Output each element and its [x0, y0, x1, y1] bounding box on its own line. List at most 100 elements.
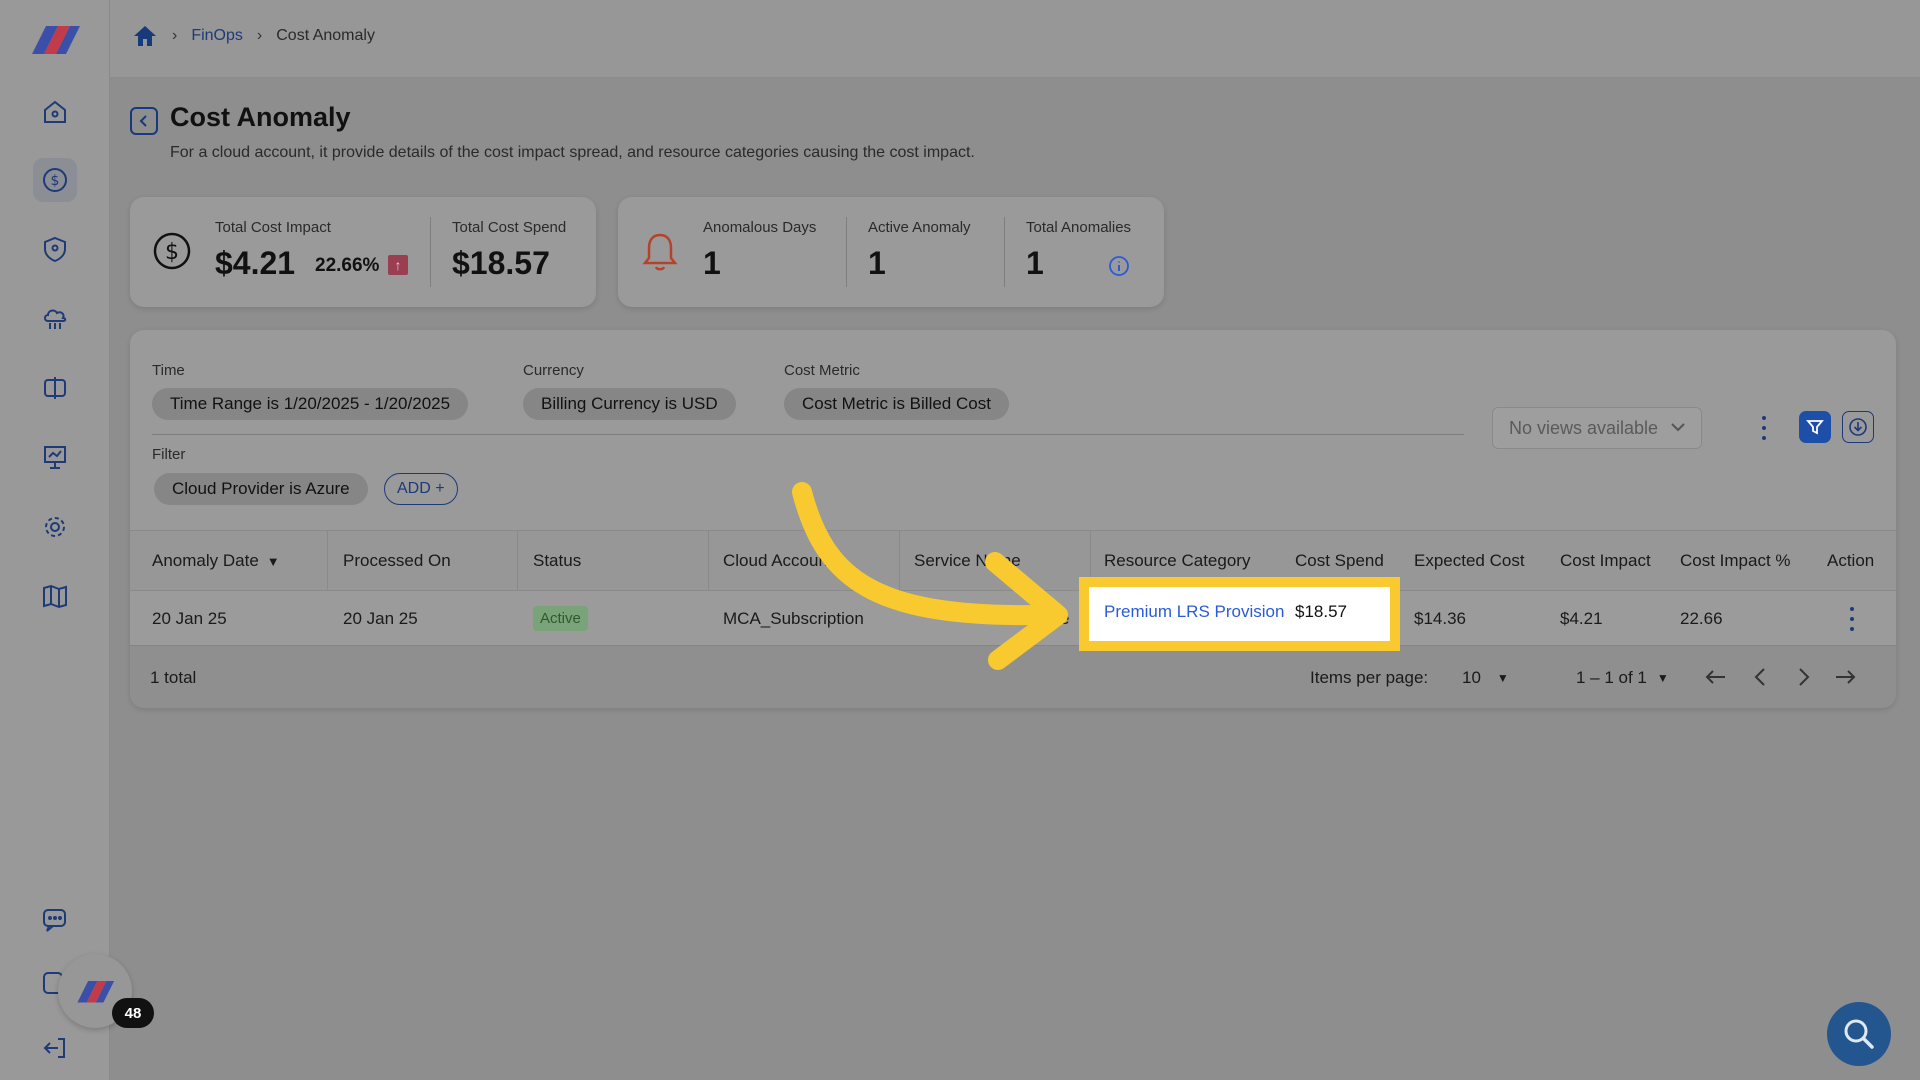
cell-anomaly-date: 20 Jan 25: [152, 608, 227, 628]
cost-metric-label: Cost Metric: [784, 362, 860, 379]
chevron-left-icon: [139, 115, 147, 127]
nav-home-icon[interactable]: [33, 90, 77, 134]
divider: [1004, 217, 1005, 287]
nav-presentation-icon[interactable]: [33, 435, 77, 479]
anomalous-days-value: 1: [703, 245, 721, 281]
nav-finops-icon[interactable]: $: [33, 158, 77, 202]
resource-category-link[interactable]: Premium LRS Provision: [1104, 602, 1284, 622]
anomalous-days-label: Anomalous Days: [703, 219, 817, 236]
cost-metric-chip[interactable]: Cost Metric is Billed Cost: [784, 388, 1009, 420]
items-per-page-select[interactable]: 10 ▼: [1462, 646, 1509, 708]
caret-down-icon: ▼: [1496, 670, 1509, 685]
info-icon[interactable]: [1108, 255, 1130, 277]
currency-label: Currency: [523, 362, 584, 379]
page-title: Cost Anomaly: [170, 102, 351, 132]
caret-down-icon: ▼: [1656, 670, 1669, 685]
time-range-chip[interactable]: Time Range is 1/20/2025 - 1/20/2025: [152, 388, 469, 420]
active-anomaly-label: Active Anomaly: [868, 219, 971, 236]
total-cost-impact-label: Total Cost Impact: [215, 219, 331, 236]
nav-chat-icon[interactable]: [33, 897, 77, 941]
page-range: 1 – 1 of 1: [1576, 667, 1647, 687]
nav-cloud-icon[interactable]: [33, 296, 77, 340]
total-anomalies-value: 1: [1026, 245, 1044, 281]
dollar-circle-icon: $: [153, 232, 191, 270]
first-page-icon[interactable]: [1703, 664, 1729, 690]
arrow-up-icon: ↑: [388, 255, 408, 275]
top-bar: › FinOps › Cost Anomaly: [110, 0, 1920, 78]
chevron-right-icon: ›: [256, 27, 263, 44]
nav-logout-icon[interactable]: [33, 1026, 77, 1070]
col-processed-on[interactable]: Processed On: [343, 531, 451, 591]
divider: [517, 531, 518, 591]
row-action-menu-icon[interactable]: [1847, 607, 1857, 631]
col-action: Action: [1827, 551, 1875, 570]
svg-text:$: $: [51, 173, 60, 189]
nav-security-icon[interactable]: [33, 227, 77, 271]
breadcrumb-finops[interactable]: FinOps: [191, 27, 243, 45]
divider: [846, 217, 847, 287]
last-page-icon[interactable]: [1832, 664, 1858, 690]
divider: [152, 434, 1464, 435]
page-range-select[interactable]: 1 – 1 of 1 ▼: [1576, 646, 1669, 708]
col-expected-cost[interactable]: Expected Cost: [1414, 531, 1525, 591]
cost-impact-percent: 22.66%: [315, 255, 380, 276]
funnel-icon: [1806, 420, 1824, 435]
more-options-icon[interactable]: [1759, 416, 1769, 440]
search-icon: [1844, 1019, 1874, 1049]
svg-text:$: $: [165, 240, 179, 265]
views-dropdown[interactable]: No views available: [1492, 407, 1702, 449]
download-icon: [1849, 418, 1867, 436]
status-badge: Active: [533, 606, 588, 631]
cell-status: Active: [533, 591, 588, 646]
filter-label: Filter: [152, 446, 186, 463]
cloud-provider-chip[interactable]: Cloud Provider is Azure: [154, 473, 368, 505]
page-subtitle: For a cloud account, it provide details …: [170, 144, 975, 161]
views-placeholder: No views available: [1509, 417, 1659, 438]
next-page-icon[interactable]: [1790, 664, 1816, 690]
items-per-page-label: Items per page:: [1310, 667, 1429, 687]
cell-cost-spend: $18.57: [1295, 602, 1347, 621]
app-logo[interactable]: [28, 22, 82, 56]
app-logo: [77, 981, 115, 1003]
back-button[interactable]: [130, 107, 158, 135]
cell-processed-on: 20 Jan 25: [343, 608, 418, 628]
chevron-down-icon: [1671, 423, 1685, 432]
sidebar: $: [0, 0, 110, 1080]
col-anomaly-date[interactable]: Anomaly Date ▼: [152, 531, 280, 591]
home-icon[interactable]: [132, 24, 158, 48]
active-anomaly-value: 1: [868, 245, 886, 281]
total-cost-spend-value: $18.57: [452, 245, 550, 281]
col-cost-impact-percent[interactable]: Cost Impact %: [1680, 531, 1791, 591]
filter-button[interactable]: [1799, 411, 1831, 443]
divider: [327, 531, 328, 591]
search-button[interactable]: [1827, 1002, 1891, 1066]
cost-summary-card: $ Total Cost Impact $4.21 22.66% ↑ Total…: [130, 197, 596, 307]
chevron-right-icon: ›: [172, 27, 178, 44]
divider: [708, 531, 709, 591]
prev-page-icon[interactable]: [1748, 664, 1774, 690]
breadcrumb-current: Cost Anomaly: [276, 27, 375, 44]
nav-compare-icon[interactable]: [33, 366, 77, 410]
time-label: Time: [152, 362, 185, 379]
annotation-arrow: [792, 482, 1068, 670]
total-cost-spend-label: Total Cost Spend: [452, 219, 567, 236]
sort-desc-icon: ▼: [266, 553, 280, 569]
anomaly-summary-card: Anomalous Days 1 Active Anomaly 1 Total …: [618, 197, 1164, 307]
cell-cost-impact: $4.21: [1560, 608, 1603, 628]
add-filter-button[interactable]: ADD +: [384, 473, 458, 505]
col-cost-impact[interactable]: Cost Impact: [1560, 531, 1651, 591]
divider: [430, 217, 431, 287]
cell-expected-cost: $14.36: [1414, 608, 1466, 628]
items-per-page-value: 10: [1462, 667, 1481, 687]
total-anomalies-label: Total Anomalies: [1026, 219, 1132, 236]
download-button[interactable]: [1842, 411, 1874, 443]
currency-chip[interactable]: Billing Currency is USD: [523, 388, 736, 420]
total-cost-impact-value: $4.21: [215, 245, 296, 281]
nav-settings-icon[interactable]: [33, 505, 77, 549]
cell-cost-impact-percent: 22.66: [1680, 608, 1723, 628]
col-status[interactable]: Status: [533, 531, 581, 591]
nav-docs-icon[interactable]: [33, 574, 77, 618]
notification-count-badge: 48: [112, 998, 154, 1028]
total-count: 1 total: [150, 667, 197, 687]
breadcrumb: › FinOps › Cost Anomaly: [132, 24, 375, 48]
